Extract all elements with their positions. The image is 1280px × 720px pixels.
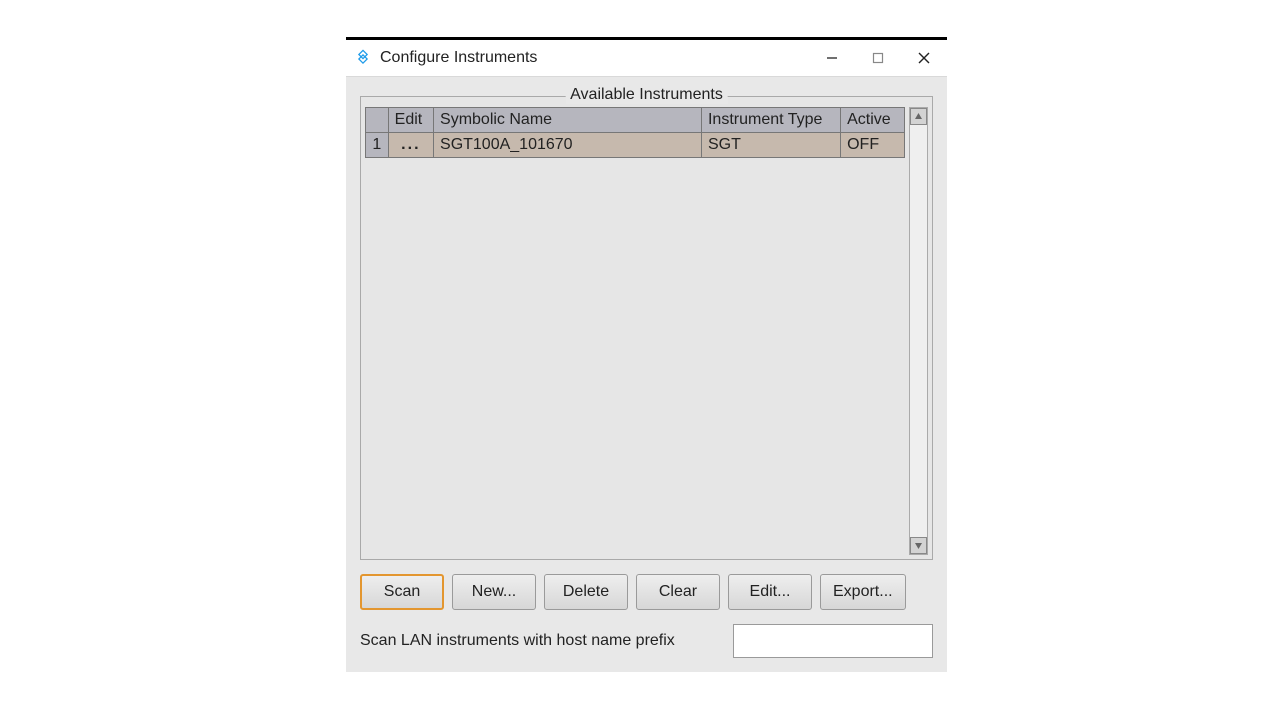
new-button[interactable]: New...: [452, 574, 536, 610]
table-row[interactable]: 1 ... SGT100A_101670 SGT OFF: [366, 133, 905, 158]
available-instruments-group: Available Instruments Edit Symbolic Name…: [360, 96, 933, 560]
clear-button[interactable]: Clear: [636, 574, 720, 610]
cell-active[interactable]: OFF: [841, 133, 905, 158]
col-edit[interactable]: Edit: [388, 108, 433, 133]
cell-symbolic-name[interactable]: SGT100A_101670: [434, 133, 702, 158]
export-button[interactable]: Export...: [820, 574, 906, 610]
button-row: Scan New... Delete Clear Edit... Export.…: [352, 570, 941, 618]
maximize-button[interactable]: [855, 40, 901, 76]
scroll-down-icon[interactable]: [910, 537, 927, 554]
instruments-table: Edit Symbolic Name Instrument Type Activ…: [365, 107, 905, 158]
dialog-body: Available Instruments Edit Symbolic Name…: [346, 76, 947, 672]
group-legend: Available Instruments: [565, 86, 728, 104]
scroll-up-icon[interactable]: [910, 108, 927, 125]
cell-rownum: 1: [366, 133, 389, 158]
edit-button[interactable]: Edit...: [728, 574, 812, 610]
window-title: Configure Instruments: [380, 49, 537, 67]
app-icon: [354, 49, 372, 67]
scan-prefix-input[interactable]: [733, 624, 933, 658]
cell-instrument-type[interactable]: SGT: [701, 133, 840, 158]
dialog-window: Configure Instruments Available Instrume…: [346, 37, 947, 672]
scan-prefix-label: Scan LAN instruments with host name pref…: [360, 632, 713, 650]
scan-button[interactable]: Scan: [360, 574, 444, 610]
cell-edit-button[interactable]: ...: [388, 133, 433, 158]
close-button[interactable]: [901, 40, 947, 76]
col-instrument-type[interactable]: Instrument Type: [701, 108, 840, 133]
minimize-button[interactable]: [809, 40, 855, 76]
scan-prefix-row: Scan LAN instruments with host name pref…: [352, 618, 941, 662]
titlebar: Configure Instruments: [346, 40, 947, 76]
table-scrollbar[interactable]: [909, 107, 928, 555]
col-symbolic-name[interactable]: Symbolic Name: [434, 108, 702, 133]
instruments-table-wrap: Edit Symbolic Name Instrument Type Activ…: [365, 107, 928, 555]
delete-button[interactable]: Delete: [544, 574, 628, 610]
col-rownum[interactable]: [366, 108, 389, 133]
col-active[interactable]: Active: [841, 108, 905, 133]
